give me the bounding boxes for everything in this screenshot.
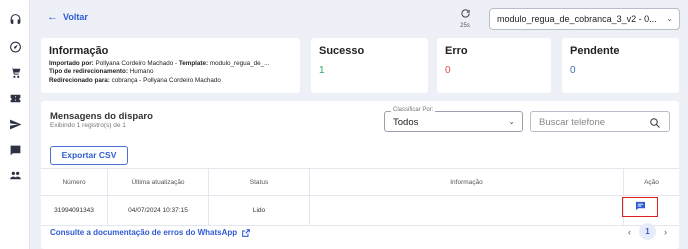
campaign-icon[interactable]: [8, 91, 22, 105]
pending-count: 0: [570, 65, 576, 76]
imported-by-value: Pollyana Cordeiro Machado: [95, 60, 174, 67]
docs-link-label: Consulte a documentação de erros do What…: [50, 228, 238, 237]
template-value: modulo_regua_de_...: [209, 60, 270, 67]
sort-select[interactable]: Classificar Por: Todos ⌄: [384, 107, 523, 132]
sidebar: [0, 0, 30, 249]
page-current[interactable]: 1: [639, 223, 656, 240]
chat-icon[interactable]: [8, 143, 22, 157]
refresh-icon: [460, 9, 470, 18]
success-count: 1: [319, 65, 325, 76]
messages-subtitle: Exibindo 1 registro(s) de 1: [50, 122, 126, 129]
dashboard-icon[interactable]: [8, 39, 22, 53]
template-label: Template:: [178, 60, 209, 67]
redirected-to-label: Redirecionado para:: [49, 76, 110, 84]
messages-table: Número Última atualização Status Informa…: [41, 168, 679, 226]
pending-card-title: Pendente: [570, 45, 620, 57]
column-header-atualizacao[interactable]: Última atualização: [108, 169, 209, 195]
cell-numero: 31994091343: [41, 196, 108, 225]
pending-card: Pendente 0: [562, 38, 679, 93]
timer-label: 25s: [460, 23, 470, 29]
chevron-down-icon: ⌄: [666, 14, 673, 23]
chevron-down-icon: ⌄: [508, 117, 515, 126]
template-select[interactable]: modulo_regua_de_cobranca_3_v2 - 0... ⌄: [489, 8, 680, 30]
search-placeholder: Buscar telefone: [539, 117, 606, 128]
cell-informacao: [310, 196, 624, 225]
redirect-type-label: Tipo de redirecionamento:: [49, 68, 128, 76]
arrow-left-icon: ←: [47, 11, 58, 23]
redirect-type-value: Humano: [129, 68, 154, 76]
search-icon[interactable]: [649, 116, 661, 128]
send-icon[interactable]: [8, 117, 22, 131]
chat-icon: [635, 198, 646, 216]
topbar: ← Voltar 25s modulo_regua_de_cobranca_3_…: [31, 0, 688, 36]
error-count: 0: [445, 65, 451, 76]
error-card-title: Erro: [445, 45, 468, 57]
table-row: 31994091343 04/07/2024 10:37:15 Lido: [41, 196, 679, 226]
messages-panel: Mensagens do disparo Exibindo 1 registro…: [41, 101, 679, 249]
success-card: Sucesso 1: [311, 38, 428, 93]
export-csv-button[interactable]: Exportar CSV: [50, 146, 128, 165]
success-card-title: Sucesso: [319, 45, 365, 57]
whatsapp-errors-docs-link[interactable]: Consulte a documentação de erros do What…: [50, 228, 251, 237]
template-select-value: modulo_regua_de_cobranca_3_v2 - 0...: [497, 14, 657, 24]
search-input[interactable]: Buscar telefone: [530, 111, 670, 132]
column-header-numero[interactable]: Número: [41, 169, 108, 195]
refresh-timer[interactable]: 25s: [456, 6, 474, 29]
external-link-icon: [242, 228, 251, 237]
messages-title: Mensagens do disparo: [50, 111, 153, 122]
cell-atualizacao: 04/07/2024 10:37:15: [108, 196, 209, 225]
support-icon[interactable]: [8, 12, 22, 26]
table-header-row: Número Última atualização Status Informa…: [41, 169, 679, 196]
info-card-title: Informação: [49, 45, 109, 57]
sort-value: Todos: [393, 117, 419, 128]
error-card: Erro 0: [437, 38, 551, 93]
back-link[interactable]: ← Voltar: [47, 11, 88, 23]
sort-label: Classificar Por:: [391, 107, 436, 113]
cart-icon[interactable]: [8, 65, 22, 79]
view-message-button[interactable]: [622, 197, 658, 217]
column-header-status[interactable]: Status: [209, 169, 310, 195]
users-icon[interactable]: [8, 168, 22, 182]
pagination: ‹ 1 ›: [628, 223, 667, 240]
column-header-acao: Ação: [644, 178, 659, 186]
chevron-left-icon[interactable]: ‹: [628, 227, 631, 237]
chevron-right-icon[interactable]: ›: [664, 227, 667, 237]
back-label: Voltar: [63, 12, 88, 22]
column-header-informacao[interactable]: Informação: [310, 169, 624, 195]
cell-status: Lido: [209, 196, 310, 225]
imported-by-label: Importado por:: [49, 60, 94, 67]
info-details: Importado por: Pollyana Cordeiro Machado…: [49, 60, 270, 84]
redirected-to-value: cobrança - Pollyana Cordeiro Machado: [111, 76, 221, 84]
info-card: Informação Importado por: Pollyana Corde…: [41, 38, 300, 93]
